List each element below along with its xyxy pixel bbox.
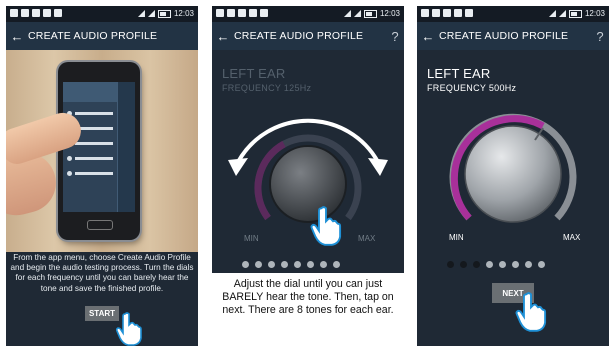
shield-icon [443, 9, 451, 17]
help-icon[interactable]: ? [386, 29, 404, 44]
signal-icon [548, 10, 556, 17]
app-bar-title: CREATE AUDIO PROFILE [234, 30, 364, 42]
start-button[interactable]: START [85, 306, 119, 321]
back-arrow-icon[interactable]: ← [6, 29, 28, 44]
back-arrow-icon[interactable]: ← [212, 29, 234, 44]
tap-hand-icon [116, 312, 142, 346]
bag-icon [260, 9, 268, 17]
progress-dot [486, 261, 493, 268]
progress-dot [242, 261, 249, 268]
instructions-text: From the app menu, choose Create Audio P… [10, 253, 194, 293]
notification-icon [421, 9, 429, 17]
battery-icon [363, 9, 377, 18]
signal-icon [558, 10, 566, 17]
status-bar: 12:03 [6, 6, 198, 22]
app-bar: ← CREATE AUDIO PROFILE [6, 22, 198, 50]
shield-icon [249, 9, 257, 17]
shield-icon [43, 9, 51, 17]
progress-dots [447, 261, 545, 268]
progress-dot-active [447, 261, 454, 268]
instructions-caption: Adjust the dial until you can just BAREL… [212, 273, 404, 346]
signal-icon [353, 10, 361, 17]
phone-photo-screen [63, 82, 135, 212]
volume-dial[interactable] [224, 102, 392, 242]
tap-hand-icon [310, 206, 342, 246]
max-label: MAX [563, 233, 581, 242]
signal-icon [137, 10, 145, 17]
max-label: MAX [358, 234, 376, 243]
status-bar: 12:03 [417, 6, 609, 22]
min-label: MIN [244, 234, 259, 243]
notification-icon [227, 9, 235, 17]
progress-dot-active [460, 261, 467, 268]
phone-photo [58, 62, 140, 240]
progress-dot-active [473, 261, 480, 268]
progress-dot [294, 261, 301, 268]
app-menu-drawer [63, 82, 118, 212]
volume-dial[interactable] [439, 106, 587, 238]
ear-label: LEFT EAR [427, 66, 491, 81]
shield-icon [238, 9, 246, 17]
progress-dot [333, 261, 340, 268]
panel-dial-instructions: 12:03 ← CREATE AUDIO PROFILE ? LEFT EAR … [212, 6, 404, 346]
app-bar: ← CREATE AUDIO PROFILE ? [417, 22, 609, 50]
notification-icon [10, 9, 18, 17]
battery-icon [157, 9, 171, 18]
battery-icon [568, 9, 582, 18]
progress-dot [512, 261, 519, 268]
tutorial-photo [6, 50, 198, 252]
notification-icon [21, 9, 29, 17]
progress-dot [307, 261, 314, 268]
progress-dot [268, 261, 275, 268]
bag-icon [465, 9, 473, 17]
back-arrow-icon[interactable]: ← [417, 29, 439, 44]
ear-label: LEFT EAR [222, 66, 286, 81]
app-bar-title: CREATE AUDIO PROFILE [28, 30, 158, 42]
status-time: 12:03 [173, 9, 194, 18]
status-time: 12:03 [379, 9, 400, 18]
progress-dot [538, 261, 545, 268]
signal-icon [147, 10, 155, 17]
notification-icon [432, 9, 440, 17]
shield-icon [454, 9, 462, 17]
shield-icon [32, 9, 40, 17]
app-bar: ← CREATE AUDIO PROFILE ? [212, 22, 404, 50]
progress-dot [525, 261, 532, 268]
min-label: MIN [449, 233, 464, 242]
progress-dot [255, 261, 262, 268]
progress-dot [320, 261, 327, 268]
help-icon[interactable]: ? [591, 29, 609, 44]
status-time: 12:03 [584, 9, 605, 18]
signal-icon [343, 10, 351, 17]
bag-icon [54, 9, 62, 17]
tap-hand-icon [515, 292, 547, 332]
home-button [87, 220, 113, 230]
app-bar-title: CREATE AUDIO PROFILE [439, 30, 569, 42]
progress-dot [499, 261, 506, 268]
panel-menu-instructions: 12:03 ← CREATE AUDIO PROFILE From the ap… [6, 6, 198, 346]
status-bar: 12:03 [212, 6, 404, 22]
frequency-label: FREQUENCY 500Hz [427, 83, 517, 93]
notification-icon [216, 9, 224, 17]
progress-dots [242, 261, 340, 268]
frequency-label: FREQUENCY 125Hz [222, 83, 312, 93]
progress-dot [281, 261, 288, 268]
panel-dial-next: 12:03 ← CREATE AUDIO PROFILE ? LEFT EAR … [417, 6, 609, 346]
